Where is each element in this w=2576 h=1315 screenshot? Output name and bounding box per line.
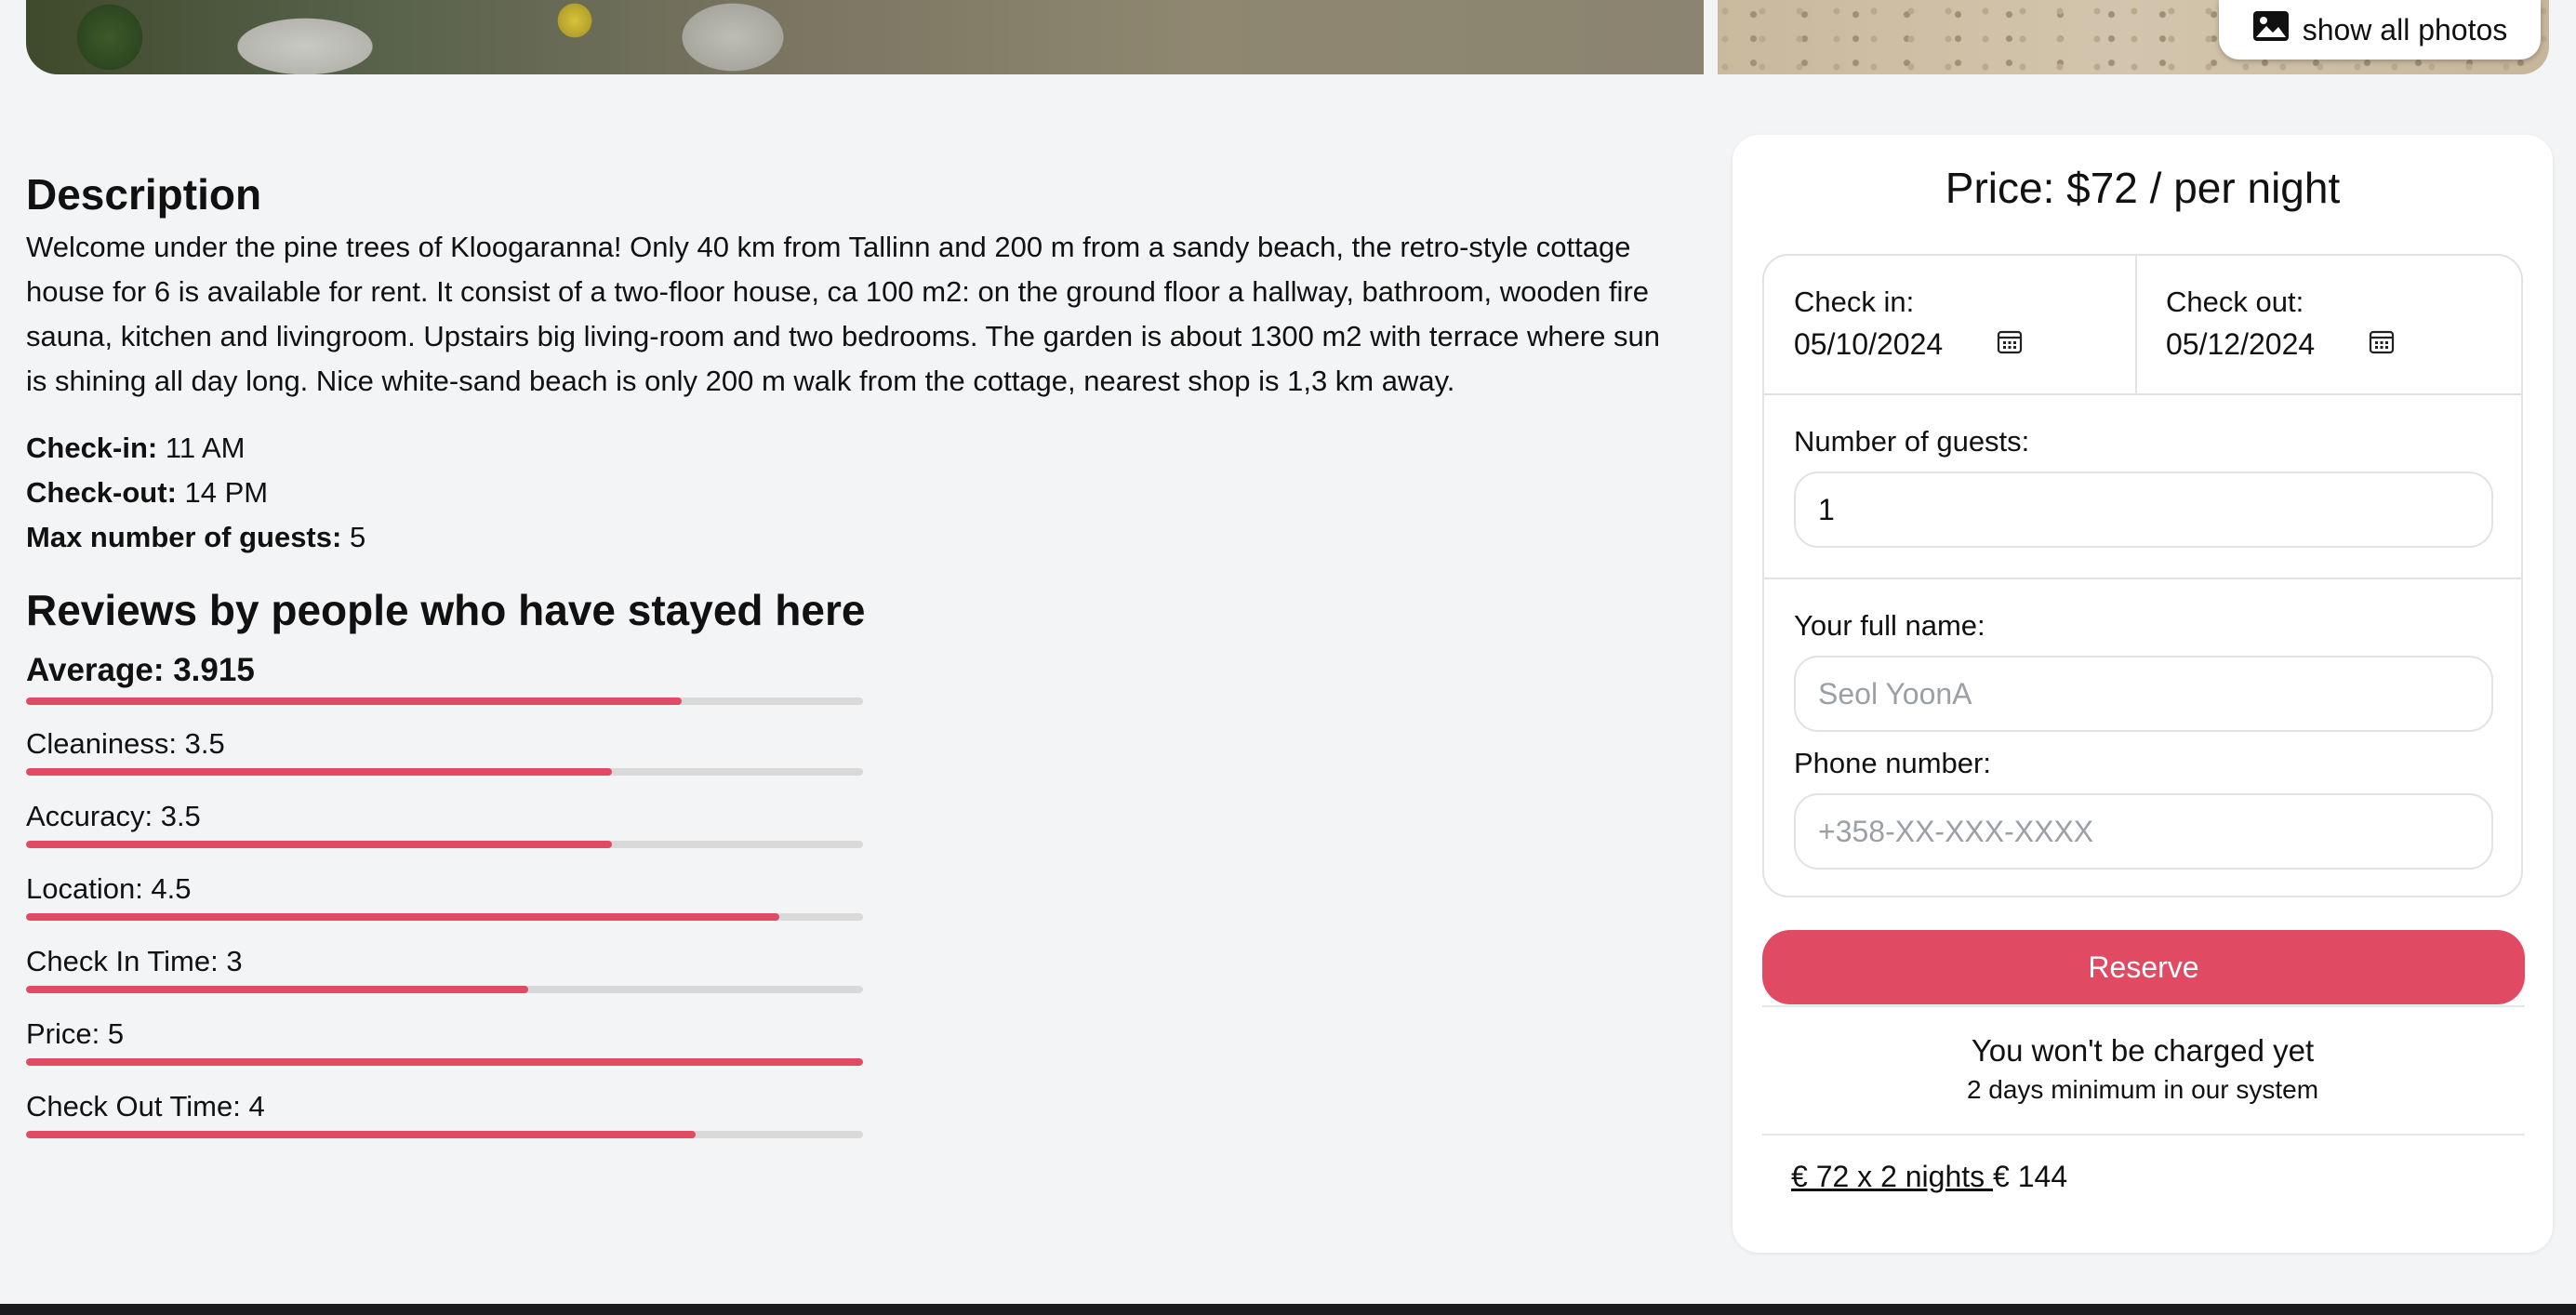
form-divider [1764, 393, 2521, 395]
review-label: Location: 4.5 [26, 872, 192, 905]
window-bottom-edge [0, 1304, 2576, 1315]
review-bar [26, 1058, 863, 1066]
review-label: Check In Time: 3 [26, 945, 243, 977]
review-average-bar [26, 697, 863, 705]
booking-form: Check in: 05/10/2024 Check out: 05/12/20… [1762, 254, 2523, 897]
guests-label: Number of guests: [1794, 425, 2030, 458]
check-out-field[interactable]: Check out: 05/12/2024 [2136, 256, 2508, 395]
checkout-fact: Check-out: 14 PM [26, 476, 269, 509]
show-all-photos-label: show all photos [2302, 12, 2508, 46]
reviews-title: Reviews by people who have stayed here [26, 586, 866, 634]
review-price: Price: 5 [26, 1016, 863, 1066]
form-divider [1764, 578, 2521, 579]
check-out-value[interactable]: 05/12/2024 [2166, 321, 2315, 367]
card-divider [1762, 1134, 2525, 1136]
reserve-button[interactable]: Reserve [1762, 930, 2525, 1004]
review-average-label: Average: 3.915 [26, 652, 255, 688]
review-fill [26, 768, 612, 776]
review-label: Accuracy: 3.5 [26, 800, 201, 832]
review-bar [26, 1131, 863, 1138]
full-name-input[interactable]: Seol YoonA [1794, 656, 2493, 732]
review-label: Cleaniness: 3.5 [26, 727, 225, 760]
check-out-label: Check out: [2166, 286, 2304, 318]
guests-input[interactable]: 1 [1794, 472, 2493, 548]
nights-link[interactable]: € 72 x 2 nights [1791, 1160, 1993, 1193]
phone-label: Phone number: [1794, 747, 1991, 779]
description-title: Description [26, 170, 262, 219]
price-title: Price: $72 / per night [1945, 164, 2341, 212]
review-bar [26, 913, 863, 921]
check-in-label: Check in: [1794, 286, 1915, 318]
card-divider [1762, 1005, 2525, 1007]
review-average-fill [26, 697, 682, 705]
review-check-out-time: Check Out Time: 4 [26, 1088, 863, 1138]
price-breakdown: € 72 x 2 nights € 144 [1791, 1158, 2067, 1195]
charged-note: You won't be charged yet [1971, 1033, 2315, 1068]
total-price: € 144 [1993, 1160, 2068, 1193]
show-all-photos-button[interactable]: show all photos [2219, 0, 2541, 60]
review-fill [26, 913, 779, 921]
review-location: Location: 4.5 [26, 870, 863, 921]
description-text: Welcome under the pine trees of Kloogara… [26, 231, 1661, 397]
listing-photo-main[interactable] [26, 0, 1704, 74]
review-label: Check Out Time: 4 [26, 1090, 265, 1122]
review-accuracy: Accuracy: 3.5 [26, 798, 863, 848]
image-icon [2252, 10, 2290, 49]
review-fill [26, 1058, 863, 1066]
check-in-field[interactable]: Check in: 05/10/2024 [1764, 256, 2136, 395]
review-label: Price: 5 [26, 1017, 125, 1050]
booking-card: Price: $72 / per night Check in: 05/10/2… [1733, 135, 2553, 1253]
check-out-value-row: 05/12/2024 [2166, 321, 2508, 367]
review-average: Average: 3.915 [26, 649, 863, 705]
review-bar [26, 841, 863, 848]
minimum-note: 2 days minimum in our system [1966, 1075, 2319, 1104]
review-fill [26, 841, 612, 848]
house-rules: Check-in: 11 AM Check-out: 14 PM Max num… [26, 426, 1663, 560]
review-bar [26, 768, 863, 776]
max-guests-fact: Max number of guests: 5 [26, 521, 366, 553]
phone-input[interactable]: +358-XX-XXX-XXXX [1794, 793, 2493, 870]
review-cleanliness: Cleaniness: 3.5 [26, 725, 863, 776]
calendar-icon[interactable] [2369, 321, 2395, 367]
check-in-value[interactable]: 05/10/2024 [1794, 321, 1943, 367]
full-name-label: Your full name: [1794, 609, 1985, 642]
review-bar [26, 986, 863, 993]
review-fill [26, 1131, 696, 1138]
check-in-value-row: 05/10/2024 [1794, 321, 2136, 367]
calendar-icon[interactable] [1997, 321, 2023, 367]
checkin-fact: Check-in: 11 AM [26, 432, 246, 464]
review-fill [26, 986, 528, 993]
review-check-in-time: Check In Time: 3 [26, 943, 863, 993]
listing-details: Description Welcome under the pine trees… [26, 167, 1663, 1138]
